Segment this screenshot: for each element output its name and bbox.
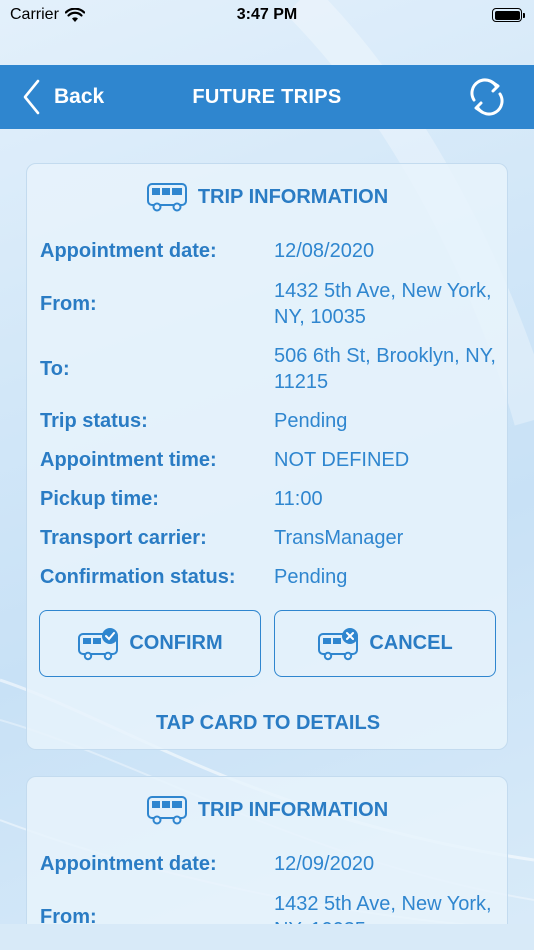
card-header: TRIP INFORMATION [27, 164, 507, 230]
bus-icon [146, 183, 187, 212]
to-value: 506 6th St, Brooklyn, NY, 11215 [274, 345, 496, 393]
cancel-button[interactable]: CANCEL [274, 610, 496, 677]
card-title: TRIP INFORMATION [197, 798, 389, 821]
appointment-time-row: Appointment time: NOT DEFINED [40, 447, 496, 473]
appointment-date-label: Appointment date: [40, 852, 217, 875]
confirmation-status-row: Confirmation status: Pending [40, 564, 496, 590]
appointment-date-value: 12/08/2020 [274, 240, 375, 262]
tap-card-hint: TAP CARD TO DETAILS [155, 712, 381, 734]
battery-icon [492, 8, 525, 22]
transport-carrier-label: Transport carrier: [40, 526, 207, 549]
card-header: TRIP INFORMATION [27, 777, 507, 843]
confirmation-status-value: Pending [274, 566, 348, 588]
bottom-edge [0, 924, 534, 950]
appointment-date-value: 12/09/2020 [274, 853, 375, 875]
carrier-info: Carrier [10, 6, 85, 24]
to-label: To: [40, 357, 70, 380]
transport-carrier-row: Transport carrier: TransManager [40, 525, 496, 551]
appointment-time-label: Appointment time: [40, 448, 217, 471]
trip-status-label: Trip status: [40, 409, 148, 432]
bus-icon [146, 796, 187, 825]
confirmation-status-label: Confirmation status: [40, 565, 236, 588]
pickup-time-row: Pickup time: 11:00 [40, 486, 496, 512]
pickup-time-value: 11:00 [274, 488, 323, 510]
bus-confirm-icon [78, 627, 119, 660]
back-button[interactable]: Back [22, 79, 104, 115]
confirm-button[interactable]: CONFIRM [39, 610, 261, 677]
appointment-date-row: Appointment date: 12/08/2020 [40, 238, 496, 264]
from-label: From: [40, 292, 97, 315]
trip-card[interactable]: TRIP INFORMATION Appointment date: 12/08… [26, 163, 508, 750]
carrier-label: Carrier [10, 6, 59, 23]
to-row: To: 506 6th St, Brooklyn, NY, 11215 [40, 343, 496, 395]
card-title: TRIP INFORMATION [197, 185, 389, 208]
trip-status-value: Pending [274, 410, 348, 432]
appointment-date-label: Appointment date: [40, 239, 217, 262]
confirm-label: CONFIRM [129, 632, 223, 654]
back-label: Back [54, 85, 105, 108]
wifi-icon [64, 7, 85, 22]
bus-cancel-icon [318, 627, 359, 660]
chevron-left-icon [23, 79, 40, 115]
nav-bar: Back FUTURE TRIPS [0, 65, 534, 129]
from-row: From: 1432 5th Ave, New York, NY, 10035 [40, 278, 496, 330]
trip-status-row: Trip status: Pending [40, 408, 496, 434]
cancel-label: CANCEL [369, 632, 453, 654]
refresh-icon[interactable] [468, 78, 506, 116]
appointment-date-row: Appointment date: 12/09/2020 [40, 851, 496, 877]
from-value: 1432 5th Ave, New York, NY, 10035 [274, 280, 492, 328]
status-bar: Carrier 3:47 PM [0, 0, 534, 30]
appointment-time-value: NOT DEFINED [274, 449, 410, 471]
pickup-time-label: Pickup time: [40, 487, 159, 510]
transport-carrier-value: TransManager [274, 527, 404, 549]
